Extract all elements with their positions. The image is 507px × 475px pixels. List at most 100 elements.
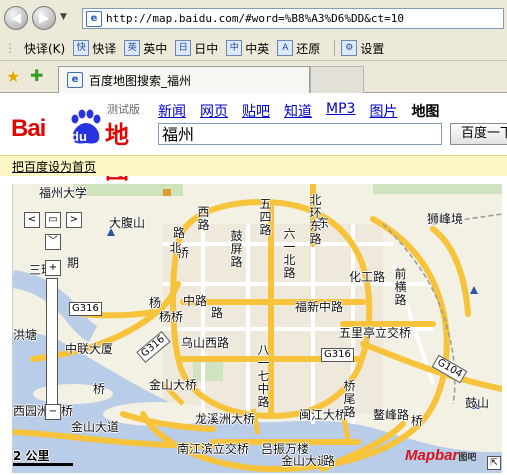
map-label: 中路 xyxy=(183,294,208,308)
map-label: 南江滨立交桥 xyxy=(177,442,250,456)
beta-label: 测试版 xyxy=(107,103,140,116)
scale-bar xyxy=(13,463,73,466)
highway-shield: G316 xyxy=(321,348,354,362)
toolbar-title[interactable]: 快译(K) xyxy=(24,40,65,57)
map-road-label: 八一七中路 xyxy=(257,343,270,409)
zh-en-icon: 中 xyxy=(226,40,243,56)
map-label: 狮峰境 xyxy=(427,212,464,226)
toolbar-ja-zh-button[interactable]: 日日中 xyxy=(175,40,218,57)
map-road-label: 西路 xyxy=(197,205,210,232)
forward-arrow-icon: ▶ xyxy=(39,10,49,26)
logo-text-bai: Bai xyxy=(11,115,46,142)
zoom-in-button[interactable]: + xyxy=(45,260,61,276)
map-label: 金山大道 xyxy=(71,420,120,434)
map-label: 路 xyxy=(211,306,224,320)
zoom-in-label: + xyxy=(48,262,58,273)
nav-mp3[interactable]: MP3 xyxy=(326,101,355,121)
map-label: 路 xyxy=(323,454,336,468)
scale-label: 2 公里 xyxy=(13,449,50,463)
map-road-label: 北环东路 xyxy=(309,193,322,246)
mapbar-logo-text: Mapbar xyxy=(405,447,459,464)
nav-web[interactable]: 网页 xyxy=(200,101,228,121)
logo-text-du: du xyxy=(71,129,87,144)
pan-left-label: < xyxy=(27,214,37,225)
toolbar-settings-label: 设置 xyxy=(360,41,385,56)
homepage-bar: 把百度设为首页 xyxy=(0,155,507,176)
nav-news[interactable]: 新闻 xyxy=(158,101,186,121)
toolbar-title-label: 快译(K) xyxy=(24,41,66,56)
page-icon: e xyxy=(86,10,102,27)
set-homepage-link[interactable]: 把百度设为首页 xyxy=(12,158,96,175)
url-text: http://map.baidu.com/#word=%B8%A3%D6%DD&… xyxy=(106,12,405,25)
settings-icon: ⚙ xyxy=(341,40,358,56)
map-label: 龙溪洲大桥 xyxy=(195,412,256,426)
pan-left-button[interactable]: < xyxy=(24,212,40,228)
map-center-button[interactable]: ▭ xyxy=(45,212,61,228)
tab-baidu-map[interactable]: e 百度地图搜索_福州 xyxy=(58,66,310,93)
pan-down-button[interactable]: ﹀ xyxy=(45,234,61,250)
toolbar-restore-button[interactable]: A 还原 xyxy=(277,40,320,57)
nav-images[interactable]: 图片 xyxy=(369,101,397,121)
toolbar-grip: ⋮ xyxy=(4,41,16,55)
map-road-label: 前横路 xyxy=(394,267,407,307)
baidu-map-page: Bai du 地图 测试版 新闻 网页 贴吧 知道 MP3 图片 地图 福州 百… xyxy=(0,93,507,475)
map-label: 鳌峰路 xyxy=(373,408,410,422)
tab-title: 百度地图搜索_福州 xyxy=(89,73,192,88)
history-dropdown-icon[interactable]: ▼ xyxy=(60,12,67,22)
url-input[interactable]: e http://map.baidu.com/#word=%B8%A3%D6%D… xyxy=(82,8,504,29)
map-label: 福州大学 xyxy=(39,186,88,200)
search-button[interactable]: 百度一下 xyxy=(450,123,507,145)
toolbar-zh-en-label: 中英 xyxy=(245,41,270,56)
map-label: 化工路 xyxy=(349,270,386,284)
map-label: 闽江大桥 xyxy=(299,408,348,422)
favorites-star-icon[interactable]: ★ xyxy=(6,67,20,86)
mapbar-suffix: 图吧 xyxy=(458,452,477,462)
map-label: 金山大道 xyxy=(281,454,330,468)
zoom-slider[interactable] xyxy=(46,278,58,410)
map-label: 路 xyxy=(173,226,186,240)
map-label: 金山大桥 xyxy=(149,378,198,392)
map-road-label: 桥尾路 xyxy=(343,379,356,419)
translate-icon: 快 xyxy=(73,40,90,56)
expand-map-icon[interactable]: ⇱ xyxy=(487,456,501,470)
toolbar-zh-en-button[interactable]: 中中英 xyxy=(226,40,269,57)
back-button[interactable]: ◀ xyxy=(4,6,28,30)
restore-icon: A xyxy=(277,40,294,56)
toolbar-ja-zh-label: 日中 xyxy=(194,41,219,56)
pan-down-label: ﹀ xyxy=(48,236,58,247)
pan-right-button[interactable]: > xyxy=(66,212,82,228)
map-navigation-control: ︿ < ▭ > ﹀ + − xyxy=(22,212,82,420)
toolbar-kuaiyi-label: 快译 xyxy=(92,41,117,56)
pan-right-label: > xyxy=(69,214,79,225)
toolbar-restore-label: 还原 xyxy=(296,41,321,56)
map-center-label: ▭ xyxy=(48,214,58,225)
product-nav: 新闻 网页 贴吧 知道 MP3 图片 地图 xyxy=(158,101,453,121)
nav-zhidao[interactable]: 知道 xyxy=(284,101,312,121)
toolbar-kuaiyi-button[interactable]: 快快译 xyxy=(73,40,116,57)
map-label: 五里亭立交桥 xyxy=(339,326,412,340)
forward-button[interactable]: ▶ xyxy=(32,6,56,30)
browser-address-bar: ◀ ▶ ▼ e http://map.baidu.com/#word=%B8%A… xyxy=(0,0,507,37)
toolbar-en-zh-label: 英中 xyxy=(143,41,168,56)
nav-map: 地图 xyxy=(411,104,440,120)
translation-toolbar: ⋮ 快译(K) 快快译 英英中 日日中 中中英 A 还原 ⚙ 设置 xyxy=(0,36,507,61)
en-zh-icon: 英 xyxy=(124,40,141,56)
new-tab-button[interactable] xyxy=(310,66,364,93)
map-label: 大腹山 xyxy=(109,216,146,230)
map-view[interactable]: 大腹山 狮峰境 化工路 福新中路 五里亭立交桥 乌山西路 中联大厦 洪塘 金山大… xyxy=(12,184,502,473)
map-label: 鼓山 xyxy=(465,396,490,410)
search-input[interactable]: 福州 xyxy=(158,123,442,145)
toolbar-en-zh-button[interactable]: 英英中 xyxy=(124,40,167,57)
map-label: 桥 xyxy=(411,414,424,428)
map-label: 杨桥 xyxy=(159,310,184,324)
add-favorite-icon[interactable]: ✚ xyxy=(30,66,43,85)
map-label: 桥 xyxy=(93,382,106,396)
zoom-out-button[interactable]: − xyxy=(45,404,61,420)
map-road-label: 北 xyxy=(169,241,182,255)
toolbar-settings-button[interactable]: ⚙ 设置 xyxy=(341,40,384,57)
map-road-label: 鼓屏路 xyxy=(230,229,243,269)
baidu-logo[interactable]: Bai du 地图 测试版 xyxy=(11,101,151,184)
zoom-out-label: − xyxy=(48,406,58,417)
mapbar-logo[interactable]: Mapbar图吧 xyxy=(405,447,476,464)
nav-tieba[interactable]: 贴吧 xyxy=(242,101,270,121)
